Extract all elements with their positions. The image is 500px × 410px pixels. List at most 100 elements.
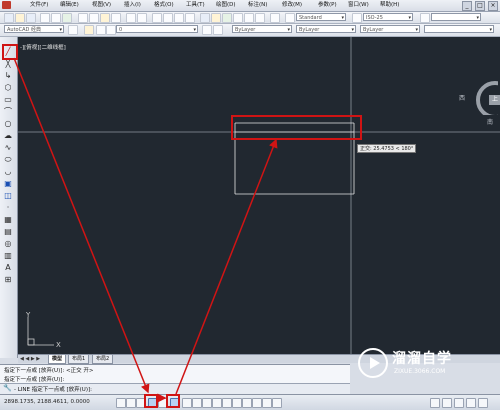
menu-window[interactable]: 窗口(W): [348, 1, 369, 10]
make-block-icon[interactable]: ◫: [3, 191, 13, 200]
drawing-canvas[interactable]: Y X -][俯视][二维线框] 正交: 25.4753 < 180° 西 上 …: [18, 37, 500, 355]
snap-mode-icon[interactable]: [126, 398, 136, 408]
workspace-select[interactable]: AutoCAD 经典: [4, 25, 64, 33]
menu-format[interactable]: 格式(O): [154, 1, 174, 10]
paste-icon[interactable]: [100, 13, 110, 23]
isolate-objects-icon[interactable]: [466, 398, 476, 408]
zoom-realtime-icon[interactable]: [163, 13, 173, 23]
ellipse-icon[interactable]: ⬭: [3, 155, 13, 164]
menu-dimension[interactable]: 标注(N): [248, 1, 267, 10]
autocad-logo-icon[interactable]: [2, 1, 11, 9]
annotation-monitor-icon[interactable]: [262, 398, 272, 408]
hatch-icon[interactable]: ▦: [3, 215, 13, 224]
workspace-switch-icon[interactable]: [430, 398, 440, 408]
table-style-select[interactable]: [431, 13, 481, 21]
command-line[interactable]: 🔧 - LINE 指定下一点或 [放弃(U)]:: [0, 383, 350, 394]
viewport-controls-label[interactable]: -][俯视][二维线框]: [20, 43, 66, 51]
gradient-icon[interactable]: ▤: [3, 227, 13, 236]
menu-modify[interactable]: 修改(M): [282, 1, 302, 10]
viewcube-top-face[interactable]: 上: [489, 95, 500, 105]
tab-navigation-arrows[interactable]: ◀ ◀ ▶ ▶: [20, 355, 40, 363]
transparency-icon[interactable]: [232, 398, 242, 408]
text-style-icon[interactable]: [285, 13, 295, 23]
viewcube[interactable]: 西 上 南: [458, 57, 500, 126]
coordinate-display[interactable]: 2898.1735, 2188.4611, 0.0000: [4, 399, 90, 405]
menu-help[interactable]: 帮助(H): [380, 1, 399, 10]
tab-layout1[interactable]: 布局1: [68, 355, 90, 364]
arc-icon[interactable]: ⌒: [3, 107, 13, 116]
insert-block-icon[interactable]: ▣: [3, 179, 13, 188]
menu-file[interactable]: 文件(F): [30, 1, 48, 10]
color-select[interactable]: ByLayer: [232, 25, 292, 33]
publish-icon[interactable]: [62, 13, 72, 23]
save-icon[interactable]: [26, 13, 36, 23]
make-current-layer-icon[interactable]: [202, 25, 212, 35]
pan-icon[interactable]: [152, 13, 162, 23]
markup-icon[interactable]: [244, 13, 254, 23]
layer-manager-icon[interactable]: [84, 25, 94, 35]
quickcalc-icon[interactable]: [255, 13, 265, 23]
workspace-settings-icon[interactable]: [68, 25, 78, 35]
linetype-select[interactable]: ByLayer: [296, 25, 356, 33]
print-icon[interactable]: [40, 13, 50, 23]
tool-palettes-icon[interactable]: [222, 13, 232, 23]
wrench-icon[interactable]: 🔧: [3, 384, 12, 392]
add-selected-icon[interactable]: ⊞: [3, 275, 13, 284]
menu-draw[interactable]: 绘图(D): [216, 1, 236, 10]
model-space-icon[interactable]: [272, 398, 282, 408]
open-file-icon[interactable]: [15, 13, 25, 23]
viewcube-south-label[interactable]: 南: [487, 117, 493, 126]
undo-icon[interactable]: [126, 13, 136, 23]
restore-button[interactable]: □: [475, 1, 485, 11]
print-preview-icon[interactable]: [51, 13, 61, 23]
layer-previous-icon[interactable]: [213, 25, 223, 35]
selection-cycling-icon[interactable]: [252, 398, 262, 408]
hardware-acceleration-icon[interactable]: [454, 398, 464, 408]
dim-style-select[interactable]: ISO-25: [363, 13, 413, 21]
text-style-select[interactable]: Standard: [296, 13, 346, 21]
new-file-icon[interactable]: [4, 13, 14, 23]
tab-model[interactable]: 模型: [48, 355, 67, 364]
circle-icon[interactable]: ○: [3, 119, 13, 128]
minimize-button[interactable]: _: [462, 1, 472, 11]
zoom-window-icon[interactable]: [174, 13, 184, 23]
menu-edit[interactable]: 编辑(E): [60, 1, 79, 10]
layer-select[interactable]: 0: [116, 25, 198, 33]
cut-icon[interactable]: [78, 13, 88, 23]
rectangle-icon[interactable]: ▭: [3, 95, 13, 104]
dim-style-icon[interactable]: [352, 13, 362, 23]
plot-style-select[interactable]: [424, 25, 494, 33]
menu-parameters[interactable]: 参数(P): [318, 1, 337, 10]
design-center-icon[interactable]: [211, 13, 221, 23]
close-button[interactable]: ×: [488, 1, 498, 11]
menu-tools[interactable]: 工具(T): [186, 1, 205, 10]
help-icon[interactable]: [270, 13, 280, 23]
tab-layout2[interactable]: 布局2: [92, 355, 114, 364]
polygon-icon[interactable]: ⬡: [3, 83, 13, 92]
region-icon[interactable]: ◎: [3, 239, 13, 248]
lineweight-select[interactable]: ByLayer: [360, 25, 420, 33]
infer-constraints-icon[interactable]: [116, 398, 126, 408]
redo-icon[interactable]: [137, 13, 147, 23]
construction-line-icon[interactable]: ╳: [3, 59, 13, 68]
multiline-text-icon[interactable]: A: [3, 263, 13, 272]
table-icon[interactable]: ▥: [3, 251, 13, 260]
toolbar-lock-icon[interactable]: [442, 398, 452, 408]
point-icon[interactable]: ·: [3, 203, 13, 212]
revision-cloud-icon[interactable]: ☁: [3, 131, 13, 140]
quick-properties-icon[interactable]: [242, 398, 252, 408]
dynamic-input-icon[interactable]: [212, 398, 222, 408]
viewcube-west-label[interactable]: 西: [459, 93, 465, 102]
polyline-icon[interactable]: ↳: [3, 71, 13, 80]
menu-insert[interactable]: 插入(I): [124, 1, 141, 10]
dynamic-ucs-icon[interactable]: [202, 398, 212, 408]
match-properties-icon[interactable]: [111, 13, 121, 23]
show-lineweight-icon[interactable]: [222, 398, 232, 408]
copy-icon[interactable]: [89, 13, 99, 23]
menu-view[interactable]: 视图(V): [92, 1, 111, 10]
3d-object-snap-icon[interactable]: [182, 398, 192, 408]
table-style-icon[interactable]: [420, 13, 430, 23]
properties-icon[interactable]: [200, 13, 210, 23]
clean-screen-icon[interactable]: [478, 398, 488, 408]
spline-icon[interactable]: ∿: [3, 143, 13, 152]
